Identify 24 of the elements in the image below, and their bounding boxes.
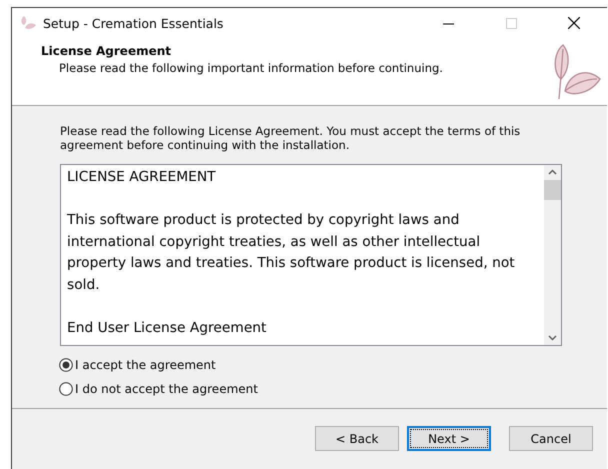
wizard-button[interactable]: < Back — [315, 426, 399, 451]
maximize-icon — [506, 18, 516, 28]
radio-button[interactable] — [59, 382, 73, 396]
radio-option[interactable]: I accept the agreement — [59, 358, 562, 372]
license-paragraph: LICENSE AGREEMENT — [67, 168, 217, 187]
scroll-thumb[interactable] — [544, 180, 561, 200]
page-title: License Agreement — [41, 44, 172, 58]
license-paragraph: End User License Agreement — [67, 318, 268, 338]
page-subtitle: Please read the following important information before continuing. — [58, 61, 443, 75]
license-paragraph: This software product is protected by copyright laws and international copyright treaties, as well as other intellectual property laws and treaties. This software product is licensed, not sold. — [67, 211, 516, 294]
instruction-text: Please read the following License Agreement. You must accept the terms of this agreement before continuing with the installation. — [60, 124, 522, 152]
radio-label: I accept the agreement — [75, 358, 216, 372]
close-icon — [568, 17, 580, 29]
radio-option[interactable]: I do not accept the agreement — [59, 382, 562, 396]
wizard-button[interactable]: Next > — [407, 426, 491, 451]
radio-label: I do not accept the agreement — [75, 382, 258, 396]
radio-button[interactable] — [59, 358, 73, 372]
scroll-down-icon[interactable] — [548, 335, 557, 341]
leaves-icon — [20, 15, 36, 31]
scrollbar[interactable] — [544, 165, 561, 345]
scroll-up-icon[interactable] — [548, 169, 557, 175]
wizard-button[interactable]: Cancel — [509, 426, 593, 451]
window-title: Setup - Cremation Essentials — [43, 16, 224, 30]
license-text-box[interactable] — [60, 164, 562, 346]
